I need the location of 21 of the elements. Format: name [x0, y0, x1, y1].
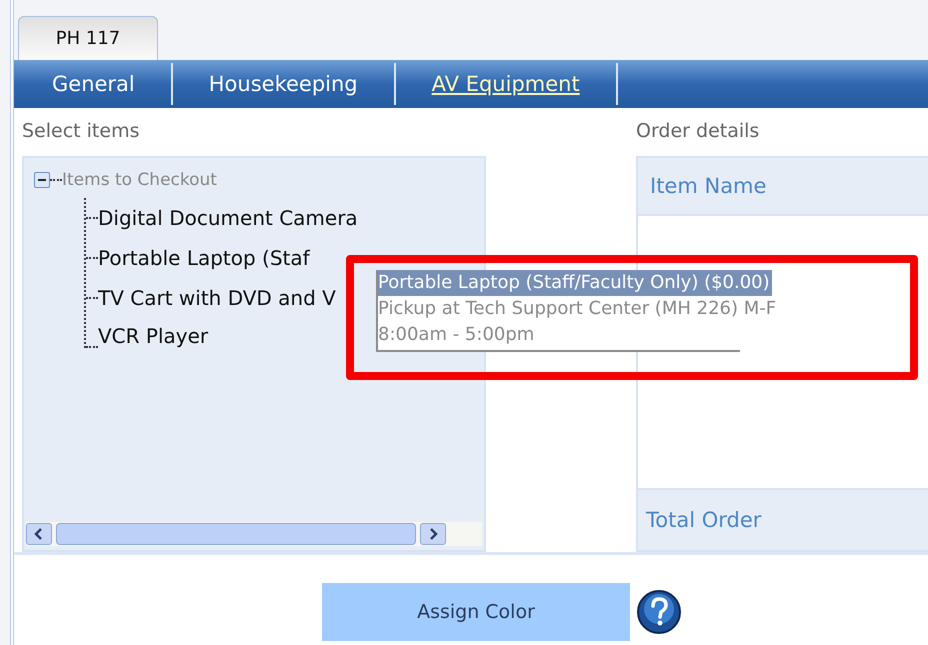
help-icon[interactable]	[636, 589, 682, 635]
nav-tab[interactable]: General	[14, 63, 173, 105]
tree-item[interactable]: Portable Laptop (Staf	[98, 246, 310, 270]
section-heading: Select items	[22, 120, 140, 144]
tree-item[interactable]: VCR Player	[98, 324, 208, 348]
tooltip-line: 8:00am - 5:00pm	[378, 323, 536, 347]
room-tab[interactable]: PH 117	[18, 16, 158, 60]
scroll-thumb[interactable]	[56, 523, 416, 545]
scroll-right-icon[interactable]	[420, 523, 446, 545]
total-label: Total Order	[638, 488, 928, 550]
section-heading: Order details	[636, 120, 760, 144]
scroll-left-icon[interactable]	[26, 523, 52, 545]
tree-item[interactable]: Digital Document Camera	[98, 206, 358, 230]
tree-item[interactable]: TV Cart with DVD and V	[98, 286, 336, 310]
nav-tab[interactable]: AV Equipment	[396, 63, 618, 105]
horizontal-scrollbar[interactable]	[26, 522, 482, 546]
assign-color-button[interactable]: Assign Color	[322, 583, 630, 641]
nav-tab[interactable]: Housekeeping	[172, 63, 396, 105]
collapse-icon[interactable]	[34, 172, 50, 188]
tooltip-line: Pickup at Tech Support Center (MH 226) M-F	[378, 297, 778, 321]
column-header: Item Name	[638, 158, 928, 216]
